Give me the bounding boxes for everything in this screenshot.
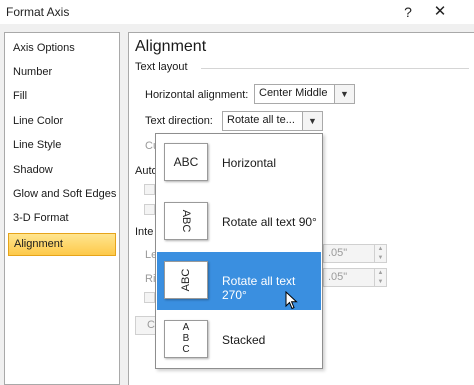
- nav-item-fill[interactable]: Fill: [8, 85, 116, 108]
- text-rotate-270-icon: ABC: [164, 261, 208, 299]
- category-list: Axis Options Number Fill Line Color Line…: [4, 32, 120, 385]
- wrap-checkbox[interactable]: [144, 292, 155, 303]
- nav-item-line-style[interactable]: Line Style: [8, 134, 116, 157]
- nav-item-number[interactable]: Number: [8, 61, 116, 84]
- text-rotate-90-icon: ABC: [164, 202, 208, 240]
- dropdown-option-stacked[interactable]: ABC Stacked: [157, 311, 321, 369]
- shrink-checkbox[interactable]: [144, 204, 155, 215]
- text-stacked-icon: ABC: [164, 320, 208, 358]
- nav-item-shadow[interactable]: Shadow: [8, 159, 116, 182]
- spin-arrows-icon[interactable]: ▲ ▼: [374, 269, 386, 286]
- nav-item-3d-format[interactable]: 3-D Format: [8, 207, 116, 230]
- text-direction-label: Text direction:: [145, 115, 213, 127]
- nav-item-line-color[interactable]: Line Color: [8, 110, 116, 133]
- chevron-down-icon[interactable]: ▼: [334, 85, 354, 103]
- columns-button-label: C: [147, 319, 155, 331]
- right-margin-label: Ri: [145, 273, 156, 285]
- title-bar: Format Axis ? ✕: [0, 0, 474, 24]
- left-margin-spinner[interactable]: .05" ▲ ▼: [323, 244, 387, 263]
- option-label: Horizontal: [222, 156, 277, 170]
- chevron-down-icon[interactable]: ▼: [302, 112, 322, 130]
- group-divider: [201, 68, 469, 69]
- text-horizontal-icon: ABC: [164, 143, 208, 181]
- autofit-checkbox[interactable]: [144, 184, 155, 195]
- dropdown-option-rotate-90[interactable]: ABC Rotate all text 90°: [157, 193, 321, 251]
- text-direction-select[interactable]: Rotate all te... ▼: [222, 111, 323, 131]
- horizontal-alignment-label: Horizontal alignment:: [145, 89, 249, 101]
- nav-item-axis-options[interactable]: Axis Options: [8, 37, 116, 60]
- close-button[interactable]: ✕: [426, 0, 454, 24]
- option-label: Stacked: [222, 333, 266, 347]
- horizontal-alignment-value: Center Middle: [259, 87, 328, 99]
- page-title: Alignment: [135, 38, 207, 55]
- nav-item-alignment[interactable]: Alignment: [8, 233, 116, 256]
- text-direction-dropdown: ABC Horizontal ABC Rotate all text 90° A…: [155, 133, 323, 369]
- internal-margin-label: Inte: [135, 226, 154, 238]
- text-layout-label: Text layout: [135, 61, 188, 73]
- text-direction-value: Rotate all te...: [227, 114, 295, 126]
- help-button[interactable]: ?: [396, 0, 420, 24]
- dropdown-option-horizontal[interactable]: ABC Horizontal: [157, 134, 321, 192]
- right-margin-value: .05": [328, 271, 348, 283]
- spin-arrows-icon[interactable]: ▲ ▼: [374, 245, 386, 262]
- option-label: Rotate all text 90°: [222, 215, 317, 229]
- nav-item-glow-soft-edges[interactable]: Glow and Soft Edges: [8, 183, 116, 206]
- mouse-pointer-icon: [285, 291, 298, 310]
- right-margin-spinner[interactable]: .05" ▲ ▼: [323, 268, 387, 287]
- option-label: Rotate all text 270°: [222, 274, 296, 302]
- left-margin-value: .05": [328, 247, 348, 259]
- window-title: Format Axis: [6, 5, 70, 19]
- horizontal-alignment-select[interactable]: Center Middle ▼: [254, 84, 355, 104]
